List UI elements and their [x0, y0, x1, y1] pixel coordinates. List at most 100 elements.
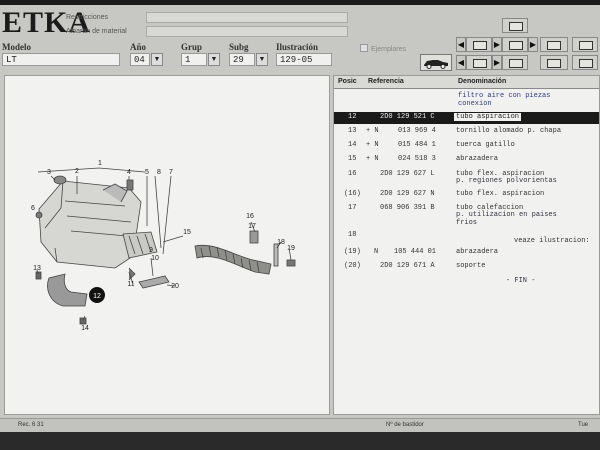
- header-referencia: Referencia: [368, 78, 404, 85]
- callout-9: 9: [149, 247, 153, 254]
- row-den: abrazadera: [456, 248, 499, 256]
- albaran-field[interactable]: [146, 26, 348, 37]
- table-row[interactable]: 18 veaze ilustracion:: [334, 230, 599, 245]
- grup-field[interactable]: 1: [181, 53, 207, 66]
- table-row[interactable]: 15 + N 024 518 3 abrazadera: [334, 154, 599, 166]
- ano-dropdown-icon[interactable]: ▼: [151, 53, 163, 66]
- row-pos: (16): [344, 190, 361, 198]
- callout-6: 6: [31, 205, 35, 212]
- car-icon[interactable]: [420, 54, 452, 71]
- row-pos: 15: [348, 155, 357, 163]
- subg-field[interactable]: 29: [229, 53, 255, 66]
- row-ref: 013 969 4: [398, 127, 436, 135]
- page-back2-icon[interactable]: [466, 55, 492, 70]
- status-right: Tue: [578, 422, 589, 428]
- header-denominacion: Denominación: [458, 78, 507, 85]
- car-shape: [424, 60, 448, 69]
- row-flag: + N: [366, 127, 379, 135]
- callout-15: 15: [183, 229, 191, 236]
- pencil-icon[interactable]: [572, 37, 598, 52]
- row-pos: 13: [348, 127, 357, 135]
- row-den: tornillo alomado p. chapa: [456, 127, 562, 135]
- ejemplares-checkbox[interactable]: Ejemplares: [360, 44, 406, 53]
- modelo-label: Modelo: [2, 42, 31, 52]
- table-row[interactable]: (19) N 105 444 01 abrazadera: [334, 247, 599, 259]
- prev2-arrow-icon[interactable]: ◀: [456, 55, 466, 70]
- table-row[interactable]: 13 + N 013 969 4 tornillo alomado p. cha…: [334, 126, 599, 138]
- row-ref: 2D0 129 627 N: [380, 190, 435, 198]
- row-ref: 015 484 1: [398, 141, 436, 149]
- page-back-icon[interactable]: [466, 37, 492, 52]
- row-17-den-line3: frios: [456, 219, 478, 227]
- parts-list-header: Posic Referencia Denominación: [334, 76, 599, 89]
- prev-arrow-icon[interactable]: ◀: [456, 37, 466, 52]
- callout-10: 10: [151, 255, 159, 262]
- row-pos: (19): [344, 248, 361, 256]
- modelo-field[interactable]: LT: [2, 53, 120, 66]
- row-17-den-line2: p. utilizacion en paises: [456, 211, 557, 219]
- row-flag: + N: [366, 155, 379, 163]
- page-next-arrow-icon[interactable]: ▶: [492, 37, 502, 52]
- callout-12: 12: [93, 293, 101, 300]
- callout-7: 7: [169, 169, 173, 176]
- header-posic: Posic: [338, 78, 357, 85]
- parts-list[interactable]: Posic Referencia Denominación filtro air…: [333, 75, 600, 415]
- group-title-line1: filtro aire con piezas: [458, 92, 551, 100]
- callout-5: 5: [145, 169, 149, 176]
- table-row[interactable]: (16) 2D0 129 627 N tubo flex. aspiracion: [334, 189, 599, 201]
- row-ref: 105 444 01: [394, 248, 437, 256]
- row-16-den-line2: p. regiones polvorientas: [456, 177, 557, 185]
- illustration-pane[interactable]: 1 2 3 4 5 6 7 8 9 10 11 12 13 14 15 16 1…: [4, 75, 330, 415]
- etka-window: ETKA Restricciones Albarán de material E…: [0, 0, 600, 432]
- callout-14: 14: [81, 325, 89, 332]
- row-den: abrazadera: [456, 155, 499, 163]
- group-title-line2: conexion: [458, 100, 492, 108]
- callout-4: 4: [127, 169, 131, 176]
- callout-20: 20: [171, 283, 179, 290]
- table-row[interactable]: 12 2D0 129 521 C tubo aspiracion: [334, 112, 599, 124]
- grup-dropdown-icon[interactable]: ▼: [208, 53, 220, 66]
- ilustracion-field[interactable]: 129-05: [276, 53, 332, 66]
- callout-11: 11: [127, 281, 134, 288]
- row-den: tubo aspiracion: [454, 113, 522, 121]
- page-list-icon[interactable]: [502, 37, 528, 52]
- status-left: Rec. 6 31: [18, 422, 44, 428]
- row-den: tuerca gatillo: [456, 141, 515, 149]
- checkbox-box[interactable]: [360, 44, 368, 52]
- row-ref: 068 906 391 B: [380, 204, 435, 212]
- fax-icon[interactable]: [540, 55, 568, 70]
- callout-1: 1: [98, 160, 102, 167]
- row-den: soporte: [456, 262, 486, 270]
- exploded-view-drawing: 1 2 3 4 5 6 7 8 9 10 11 12 13 14 15 16 1…: [31, 160, 296, 332]
- callout-18: 18: [277, 239, 285, 246]
- callout-16: 16: [246, 213, 254, 220]
- row-pos: (20): [344, 262, 361, 270]
- subg-dropdown-icon[interactable]: ▼: [256, 53, 268, 66]
- print-icon[interactable]: [540, 37, 568, 52]
- catalog-book-icon[interactable]: [502, 18, 528, 33]
- status-center: Nº de bastidor: [386, 422, 424, 428]
- row-pos: 18: [348, 231, 357, 239]
- row-pos: 14: [348, 141, 357, 149]
- grup-label: Grup: [181, 42, 203, 52]
- row-ref: 024 518 3: [398, 155, 436, 163]
- row-den: veaze ilustracion:: [514, 237, 590, 245]
- restricciones-label: Restricciones: [66, 14, 109, 21]
- albaran-label: Albarán de material: [66, 28, 127, 35]
- next-arrow-icon[interactable]: ▶: [528, 37, 538, 52]
- callout-2: 2: [75, 168, 79, 175]
- restricciones-field[interactable]: [146, 12, 348, 23]
- ano-field[interactable]: 04: [130, 53, 150, 66]
- row-ref: 2D0 129 671 A: [380, 262, 435, 270]
- subg-label: Subg: [229, 42, 249, 52]
- ilustracion-label: Ilustración: [276, 42, 319, 52]
- table-row[interactable]: (20) 2D0 129 671 A soporte: [334, 261, 599, 273]
- row-den: tubo flex. aspiracion: [456, 190, 545, 198]
- row-pos: 12: [348, 113, 357, 121]
- table-row[interactable]: 14 + N 015 484 1 tuerca gatillo: [334, 140, 599, 152]
- export-icon[interactable]: [572, 55, 598, 70]
- callout-19: 19: [287, 245, 295, 252]
- callout-8: 8: [157, 169, 161, 176]
- page-list2-icon[interactable]: [502, 55, 528, 70]
- page-next2-arrow-icon[interactable]: ▶: [492, 55, 502, 70]
